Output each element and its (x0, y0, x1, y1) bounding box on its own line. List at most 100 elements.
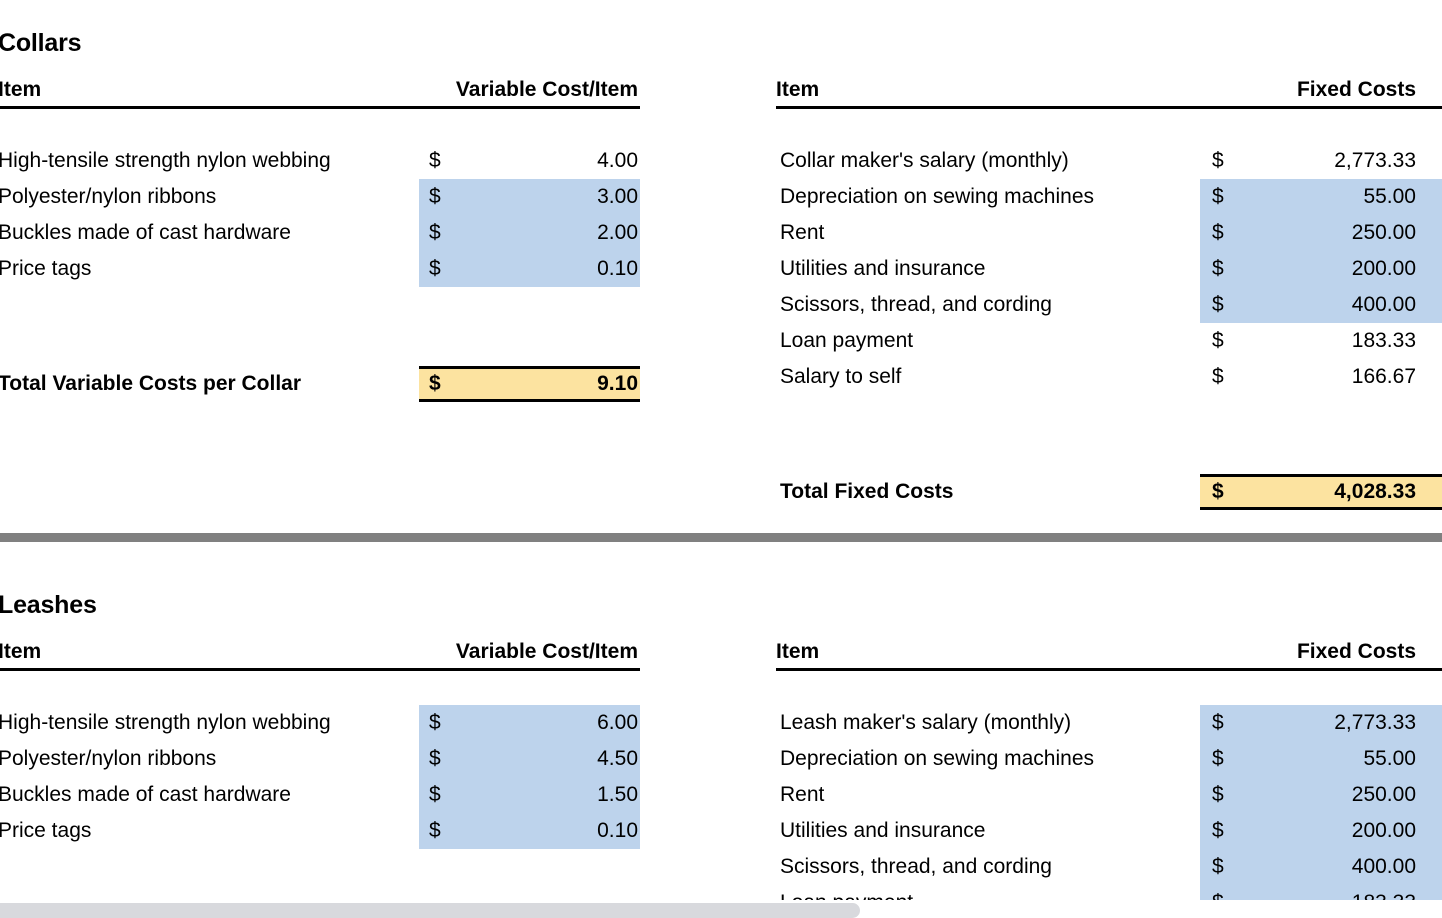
horizontal-scrollbar-thumb[interactable] (0, 903, 860, 918)
row-amount-cell: $250.00 (1200, 215, 1442, 251)
column-header-item: Item (776, 78, 820, 101)
row-label: Utilities and insurance (780, 819, 986, 842)
table-row: Scissors, thread, and cording $400.00 (776, 287, 1442, 323)
row-label: Polyester/nylon ribbons (0, 185, 217, 208)
row-amount-cell: $0.10 (419, 813, 640, 849)
row-label: Price tags (0, 257, 92, 280)
row-label: Price tags (0, 819, 92, 842)
row-amount-value: 400.00 (1351, 855, 1416, 878)
row-amount-cell: $2.00 (419, 215, 640, 251)
row-label: High-tensile strength nylon webbing (0, 711, 331, 734)
row-label: Rent (780, 783, 825, 806)
currency-symbol: $ (429, 185, 441, 208)
currency-symbol: $ (429, 149, 441, 172)
row-amount-value: 4.50 (597, 747, 638, 770)
table-row: Price tags $0.10 (0, 813, 640, 849)
currency-symbol: $ (1212, 711, 1224, 734)
row-amount-value: 2,773.33 (1334, 149, 1416, 172)
row-amount-value: 400.00 (1351, 293, 1416, 316)
total-amount-value: 4,028.33 (1334, 480, 1416, 503)
table-fixed_table-1: Item Fixed Costs Leash maker's salary (mon… (776, 634, 1442, 918)
row-amount-value: 250.00 (1351, 783, 1416, 806)
currency-symbol: $ (429, 257, 441, 280)
table-row: Leash maker's salary (monthly) $2,773.33 (776, 705, 1442, 741)
currency-symbol: $ (429, 372, 441, 395)
table-body: High-tensile strength nylon webbing $6.00… (0, 705, 640, 849)
table-row: Rent $250.00 (776, 777, 1442, 813)
row-amount-cell: $55.00 (1200, 741, 1442, 777)
row-label: Scissors, thread, and cording (780, 855, 1052, 878)
total-row: Total Fixed Costs $4,028.33 (776, 474, 1442, 510)
row-label: Loan payment (780, 329, 914, 352)
row-amount-value: 6.00 (597, 711, 638, 734)
row-label: Buckles made of cast hardware (0, 783, 291, 806)
row-amount-cell: $2,773.33 (1200, 705, 1442, 741)
table-header-row: Item Variable Cost/Item (0, 634, 640, 671)
currency-symbol: $ (429, 711, 441, 734)
row-amount-cell: $0.10 (419, 251, 640, 287)
row-amount-value: 3.00 (597, 185, 638, 208)
table-header-row: Item Fixed Costs (776, 72, 1442, 109)
row-amount-value: 1.50 (597, 783, 638, 806)
section-divider-bar (0, 533, 1442, 542)
currency-symbol: $ (1212, 149, 1224, 172)
currency-symbol: $ (1212, 783, 1224, 806)
column-header-item: Item (0, 78, 42, 101)
row-label: Collar maker's salary (monthly) (780, 149, 1069, 172)
row-amount-value: 2.00 (597, 221, 638, 244)
table-row: Loan payment $183.33 (776, 323, 1442, 359)
table-row: Buckles made of cast hardware $1.50 (0, 777, 640, 813)
table-row: Price tags $0.10 (0, 251, 640, 287)
row-amount-cell: $4.50 (419, 741, 640, 777)
column-header-item: Item (0, 640, 42, 663)
currency-symbol: $ (429, 819, 441, 842)
column-header-value: Fixed Costs (1296, 78, 1416, 101)
row-amount-value: 200.00 (1351, 819, 1416, 842)
row-amount-value: 55.00 (1363, 185, 1416, 208)
row-amount-cell: $200.00 (1200, 251, 1442, 287)
spreadsheet-canvas[interactable]: Collars Item Variable Cost/Item High-tensil… (0, 0, 1442, 918)
row-amount-cell: $1.50 (419, 777, 640, 813)
table-body: Leash maker's salary (monthly) $2,773.33 D… (776, 705, 1442, 918)
table-row: Collar maker's salary (monthly) $2,773.33 (776, 143, 1442, 179)
row-amount-cell: $183.33 (1200, 323, 1442, 359)
total-label: Total Variable Costs per Collar (0, 372, 302, 395)
row-label: Depreciation on sewing machines (780, 747, 1095, 770)
row-amount-value: 200.00 (1351, 257, 1416, 280)
total-label: Total Fixed Costs (780, 480, 954, 503)
table-row: High-tensile strength nylon webbing $6.00 (0, 705, 640, 741)
currency-symbol: $ (1212, 185, 1224, 208)
currency-symbol: $ (1212, 819, 1224, 842)
row-amount-cell: $3.00 (419, 179, 640, 215)
row-amount-value: 0.10 (597, 819, 638, 842)
currency-symbol: $ (1212, 747, 1224, 770)
table-row: High-tensile strength nylon webbing $4.00 (0, 143, 640, 179)
currency-symbol: $ (1212, 480, 1224, 503)
row-label: High-tensile strength nylon webbing (0, 149, 331, 172)
table-variable_table-1: Item Variable Cost/Item High-tensile stren… (0, 634, 640, 849)
horizontal-scrollbar[interactable] (0, 900, 1442, 918)
row-amount-value: 183.33 (1351, 329, 1416, 352)
table-fixed_table-0: Item Fixed Costs Collar maker's salary (mo… (776, 72, 1442, 510)
row-amount-cell: $400.00 (1200, 287, 1442, 323)
row-label: Buckles made of cast hardware (0, 221, 291, 244)
row-amount-cell: $250.00 (1200, 777, 1442, 813)
row-amount-value: 0.10 (597, 257, 638, 280)
row-amount-cell: $55.00 (1200, 179, 1442, 215)
row-label: Scissors, thread, and cording (780, 293, 1052, 316)
table-row: Polyester/nylon ribbons $3.00 (0, 179, 640, 215)
currency-symbol: $ (1212, 257, 1224, 280)
column-header-value: Variable Cost/Item (455, 640, 638, 663)
section-title: Leashes (0, 591, 97, 619)
total-row: Total Variable Costs per Collar $9.10 (0, 366, 640, 402)
column-header-value: Fixed Costs (1296, 640, 1416, 663)
row-amount-cell: $4.00 (419, 143, 640, 179)
table-row: Rent $250.00 (776, 215, 1442, 251)
table-row: Buckles made of cast hardware $2.00 (0, 215, 640, 251)
section-title: Collars (0, 29, 82, 57)
table-row: Depreciation on sewing machines $55.00 (776, 741, 1442, 777)
row-amount-value: 4.00 (597, 149, 638, 172)
total-amount-cell: $4,028.33 (1200, 474, 1442, 510)
row-amount-cell: $200.00 (1200, 813, 1442, 849)
row-amount-cell: $6.00 (419, 705, 640, 741)
